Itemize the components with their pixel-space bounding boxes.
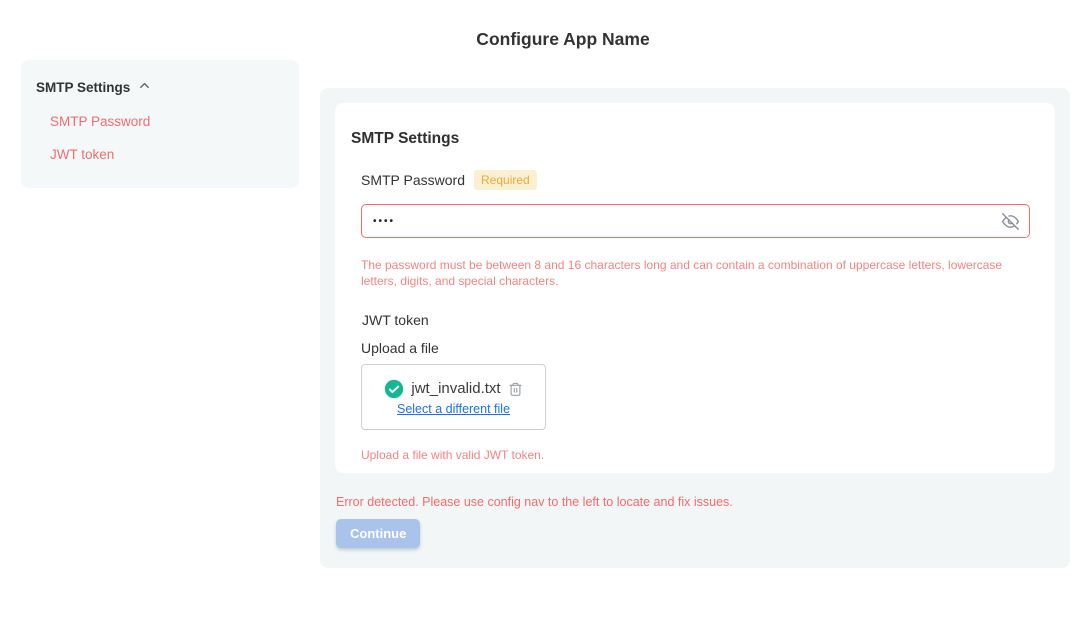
required-badge: Required <box>474 170 537 190</box>
config-nav-sidebar: SMTP Settings SMTP Password JWT token <box>21 60 299 188</box>
sidebar-item-jwt-token[interactable]: JWT token <box>50 147 284 162</box>
sidebar-section-smtp-settings[interactable]: SMTP Settings <box>36 78 284 96</box>
smtp-password-field-wrap <box>361 204 1030 238</box>
jwt-token-helper-text: Upload a file with valid JWT token. <box>361 448 544 462</box>
smtp-password-input[interactable] <box>361 204 1030 238</box>
smtp-settings-card: SMTP Settings SMTP Password Required The… <box>335 103 1055 473</box>
continue-button[interactable]: Continue <box>336 519 420 548</box>
upload-file-label: Upload a file <box>361 340 439 356</box>
file-upload-box: jwt_invalid.txt Select a different file <box>361 364 546 430</box>
sidebar-item-smtp-password[interactable]: SMTP Password <box>50 114 284 129</box>
trash-icon[interactable] <box>508 381 523 397</box>
form-error-message: Error detected. Please use config nav to… <box>336 495 733 509</box>
sidebar-section-label: SMTP Settings <box>36 80 130 95</box>
smtp-password-label-row: SMTP Password Required <box>361 170 537 190</box>
eye-off-icon[interactable] <box>1001 212 1019 230</box>
uploaded-file-name: jwt_invalid.txt <box>411 380 500 397</box>
uploaded-file-row: jwt_invalid.txt <box>384 379 522 399</box>
chevron-up-icon <box>137 78 152 96</box>
page-title: Configure App Name <box>476 29 649 50</box>
card-title: SMTP Settings <box>351 130 459 148</box>
check-circle-icon <box>384 379 404 399</box>
smtp-password-label: SMTP Password <box>361 172 465 188</box>
smtp-password-helper-text: The password must be between 8 and 16 ch… <box>361 257 1017 289</box>
jwt-token-label: JWT token <box>362 312 429 328</box>
select-different-file-link[interactable]: Select a different file <box>397 402 510 416</box>
main-panel: SMTP Settings SMTP Password Required The… <box>320 88 1070 568</box>
